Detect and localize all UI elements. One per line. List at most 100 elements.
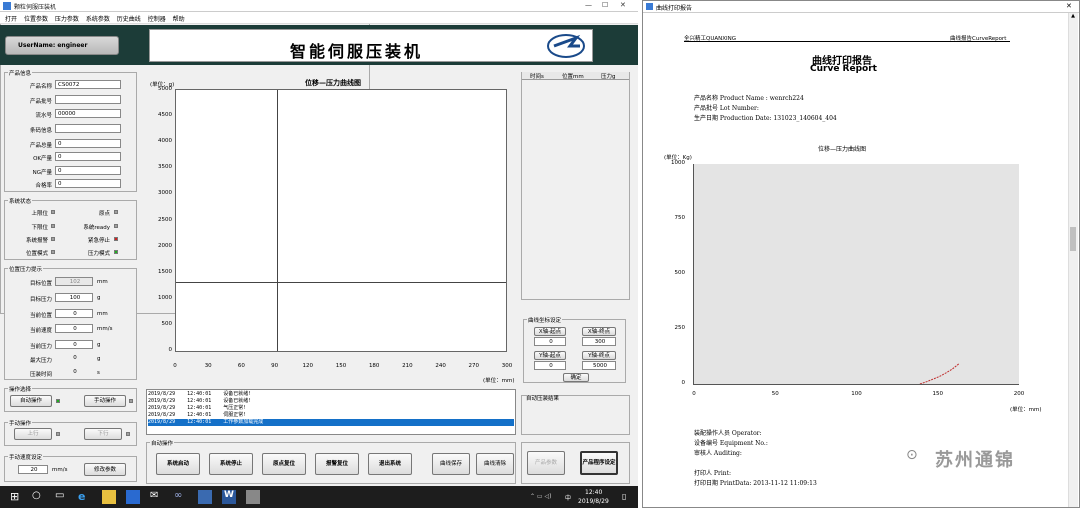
product-params-button[interactable]: 产品参数 [527,451,565,475]
product-batch-field[interactable] [55,95,121,104]
system-ready-label: 系统ready [83,225,110,231]
press-time-field: 0 [73,369,77,375]
alarm-reset-button[interactable]: 报警复位 [315,453,359,475]
menu-controller[interactable]: 控制器 [148,14,166,23]
current-position-field: 0 [55,309,93,318]
media-icon[interactable]: ∞ [174,490,188,504]
maximize-icon[interactable]: ☐ [602,1,608,9]
menu-pressure-params[interactable]: 压力参数 [55,14,79,23]
chart-x-tick-label: 90 [271,363,279,369]
close-icon[interactable]: ✕ [620,1,626,9]
menu-help[interactable]: 帮助 [173,14,185,23]
input-language[interactable]: 中 [565,493,571,502]
system-stop-button[interactable]: 系统停止 [209,453,253,475]
pass-rate-label: 合格率 [35,183,52,189]
target-position-label: 目标位置 [29,281,52,287]
data-table[interactable] [521,72,630,300]
edge-icon[interactable]: e [78,490,92,504]
report-y-tick-label: 0 [681,380,686,386]
pressure-mode-label: 压力模式 [87,251,110,257]
store-icon[interactable] [126,490,140,504]
ng-count-field: 0 [55,166,121,175]
log-entry-selected[interactable]: 2019/8/29 12:40:01 工作参数加载完成 [148,419,514,426]
report-app-icon [646,3,653,10]
ok-count-field: 0 [55,152,121,161]
auto-operation-button[interactable]: 自动操作 [10,395,52,407]
log-entry[interactable]: 2019/8/29 12:40:01 气压正常! [148,405,514,412]
windows-start-icon[interactable]: ⊞ [10,490,24,504]
mail-icon[interactable]: ✉ [150,490,164,504]
exit-system-button[interactable]: 退出系统 [368,453,412,475]
system-alarm-led [51,237,55,241]
manual-operation-button[interactable]: 手动操作 [84,395,126,407]
x-start-field[interactable]: 0 [534,337,566,346]
report-scroll-up-icon[interactable]: ▲ [1068,13,1078,22]
modify-params-button[interactable]: 修改参数 [84,463,126,476]
product-program-button[interactable]: 产品程序设定 [580,451,618,475]
auto-op-title: 自动操作 [150,439,175,447]
report-print-date: 打印日期 PrintData: 2013-11-12 11:09:13 [694,480,817,487]
position-mode-label: 位置模式 [25,251,48,257]
clear-curve-button[interactable]: 曲线清除 [476,453,514,475]
current-speed-unit: mm/s [97,326,113,332]
save-curve-button[interactable]: 曲线保存 [432,453,470,475]
report-x-tick-label: 100 [851,391,862,397]
chart-y-tick-label: 0 [168,347,173,353]
press-app-icon[interactable] [246,490,260,504]
system-start-button[interactable]: 系统启动 [156,453,200,475]
clock-date[interactable]: 2019/8/29 [578,498,609,505]
tray-icons[interactable]: ⌃ ▭ ◁) [530,493,551,500]
ng-count-label: NG产量 [32,170,52,176]
barcode-field[interactable] [55,124,121,133]
chart-x-unit: (单位：mm) [483,378,515,384]
move-up-button[interactable]: 上行 [14,428,52,440]
log-entry[interactable]: 2019/8/29 12:40:01 设备已就绪! [148,398,514,405]
confirm-button[interactable]: 确定 [563,373,589,382]
company-logo-icon [547,34,585,58]
product-name-field[interactable]: CS0072 [55,80,121,89]
menu-history-curve[interactable]: 历史曲线 [117,14,141,23]
menu-position-params[interactable]: 位置参数 [24,14,48,23]
y-start-label: Y轴-起点 [534,351,566,360]
chart-y-tick-label: 4500 [158,112,172,119]
report-close-icon[interactable]: ✕ [1066,2,1072,10]
file-explorer-icon[interactable] [102,490,116,504]
chart-y-tick-label: 1000 [158,294,172,301]
word-icon[interactable]: W [222,490,236,504]
auto-operation-led [56,399,60,403]
log-entry[interactable]: 2019/8/29 12:40:01 设备已就绪! [148,391,514,398]
report-x-tick-label: 0 [692,391,696,397]
system-ready-led [114,224,118,228]
log-entry[interactable]: 2019/8/29 12:40:01 伺服正常! [148,412,514,419]
report-y-tick-label: 750 [674,215,686,221]
menu-system-params[interactable]: 系统参数 [86,14,110,23]
x-start-label: X轴-起点 [534,327,566,336]
chart-y-tick-label: 3000 [158,190,172,197]
report-scroll-thumb[interactable] [1070,227,1076,251]
report-watermark: 苏州通锦 [935,450,1015,471]
manual-speed-field[interactable]: 20 [18,465,48,474]
report-scrollbar[interactable] [1068,13,1078,507]
target-position-field: 102 [55,277,93,286]
y-end-field[interactable]: 5000 [582,361,616,370]
serial-no-field[interactable]: 00000 [55,109,121,118]
chart-x-tick-label: 210 [402,363,413,369]
y-start-field[interactable]: 0 [534,361,566,370]
barcode-label: 条码信息 [29,128,52,134]
target-pressure-field[interactable]: 100 [55,293,93,302]
chart-x-tick-label: 0 [173,363,177,369]
minimize-icon[interactable]: — [585,1,592,9]
clock-time[interactable]: 12:40 [585,489,602,496]
search-icon[interactable]: ○ [32,490,46,504]
menu-open[interactable]: 打开 [5,14,17,23]
task-view-icon[interactable]: ▭ [55,490,69,504]
max-pressure-label: 最大压力 [29,358,52,364]
origin-reset-button[interactable]: 原点复位 [262,453,306,475]
notification-icon[interactable]: ▯ [622,492,626,501]
report-title-en: Curve Report [810,64,877,74]
move-down-led [126,432,130,436]
x-end-field[interactable]: 300 [582,337,616,346]
move-down-button[interactable]: 下行 [84,428,122,440]
photos-icon[interactable] [198,490,212,504]
event-log[interactable]: 2019/8/29 12:40:01 设备已就绪! 2019/8/29 12:4… [146,389,516,435]
